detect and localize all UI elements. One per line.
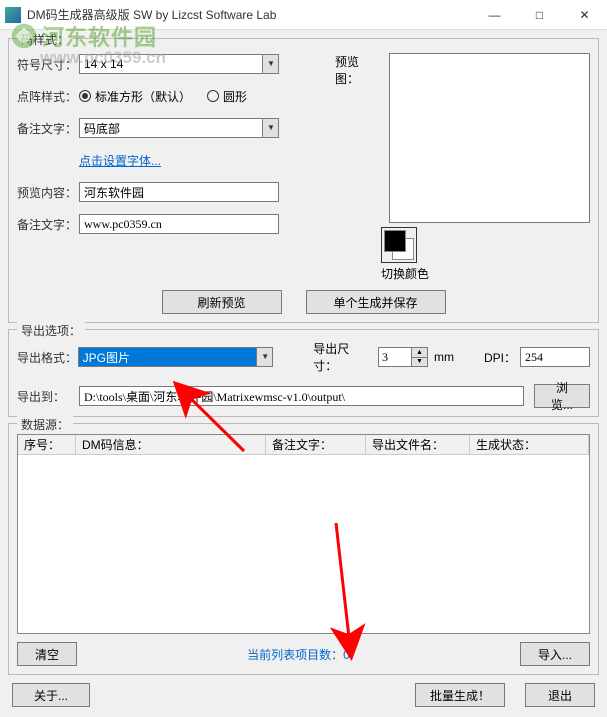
- datasource-group: 数据源： 序号： DM码信息： 备注文字： 导出文件名： 生成状态： 清空 当前…: [8, 423, 599, 675]
- export-group-label: 导出选项：: [17, 322, 85, 339]
- col-status[interactable]: 生成状态：: [470, 435, 589, 454]
- title-bar: DM码生成器高级版 SW by Lizcst Software Lab — □ …: [0, 0, 607, 30]
- preview-area: [389, 53, 590, 223]
- symbol-size-combo[interactable]: 14 x 14 ▼: [79, 54, 279, 74]
- minimize-button[interactable]: —: [472, 0, 517, 30]
- style-group: 码样式： 符号尺寸： 14 x 14 ▼ 点阵样式： 标准方形（默认） 圆形 备…: [8, 38, 599, 323]
- window-title: DM码生成器高级版 SW by Lizcst Software Lab: [27, 6, 276, 23]
- swap-color-label: 切换颜色: [381, 265, 429, 282]
- import-button[interactable]: 导入...: [520, 642, 590, 666]
- item-count-label: 当前列表项目数：0: [77, 646, 520, 663]
- export-group: 导出选项： 导出格式： JPG图片 ▼ 导出尺寸： ▲▼ mm DPI： 导出到…: [8, 329, 599, 417]
- single-generate-button[interactable]: 单个生成并保存: [306, 290, 446, 314]
- export-size-spin[interactable]: ▲▼: [378, 347, 428, 367]
- dpi-input[interactable]: [520, 347, 590, 367]
- dot-style-label: 点阵样式：: [17, 88, 79, 105]
- refresh-preview-button[interactable]: 刷新预览: [162, 290, 282, 314]
- close-button[interactable]: ✕: [562, 0, 607, 30]
- table-body[interactable]: [18, 455, 589, 633]
- set-font-link[interactable]: 点击设置字体...: [79, 152, 161, 169]
- preview-content-input[interactable]: [79, 182, 279, 202]
- export-format-label: 导出格式：: [17, 349, 78, 366]
- exit-button[interactable]: 退出: [525, 683, 595, 707]
- dot-style-round-radio[interactable]: 圆形: [207, 88, 247, 105]
- spin-up[interactable]: ▲: [412, 348, 427, 358]
- export-format-combo[interactable]: JPG图片 ▼: [78, 347, 274, 367]
- export-size-unit: mm: [434, 350, 454, 364]
- dot-style-std-radio[interactable]: 标准方形（默认）: [79, 88, 191, 105]
- data-table[interactable]: 序号： DM码信息： 备注文字： 导出文件名： 生成状态：: [17, 434, 590, 634]
- swap-color-button[interactable]: [381, 227, 417, 263]
- note-text-label: 备注文字：: [17, 216, 79, 233]
- datasource-group-label: 数据源：: [17, 416, 73, 433]
- export-out-label: 导出到：: [17, 388, 79, 405]
- about-button[interactable]: 关于...: [12, 683, 90, 707]
- dpi-label: DPI：: [484, 349, 516, 366]
- clear-button[interactable]: 清空: [17, 642, 77, 666]
- col-info[interactable]: DM码信息：: [76, 435, 266, 454]
- spin-down[interactable]: ▼: [412, 358, 427, 367]
- note-text-input[interactable]: [79, 214, 279, 234]
- batch-generate-button[interactable]: 批量生成！: [415, 683, 505, 707]
- maximize-button[interactable]: □: [517, 0, 562, 30]
- preview-content-label: 预览内容：: [17, 184, 79, 201]
- col-filename[interactable]: 导出文件名：: [366, 435, 470, 454]
- symbol-size-label: 符号尺寸：: [17, 56, 79, 73]
- export-size-label: 导出尺寸：: [313, 340, 372, 374]
- note-pos-combo[interactable]: 码底部 ▼: [79, 118, 279, 138]
- col-seq[interactable]: 序号：: [18, 435, 76, 454]
- app-icon: [5, 7, 21, 23]
- browse-button[interactable]: 浏览...: [534, 384, 590, 408]
- note-pos-label: 备注文字：: [17, 120, 79, 137]
- preview-label: 预览图：: [335, 53, 381, 87]
- style-group-label: 码样式：: [17, 31, 73, 48]
- export-path-input[interactable]: [79, 386, 524, 406]
- col-note[interactable]: 备注文字：: [266, 435, 366, 454]
